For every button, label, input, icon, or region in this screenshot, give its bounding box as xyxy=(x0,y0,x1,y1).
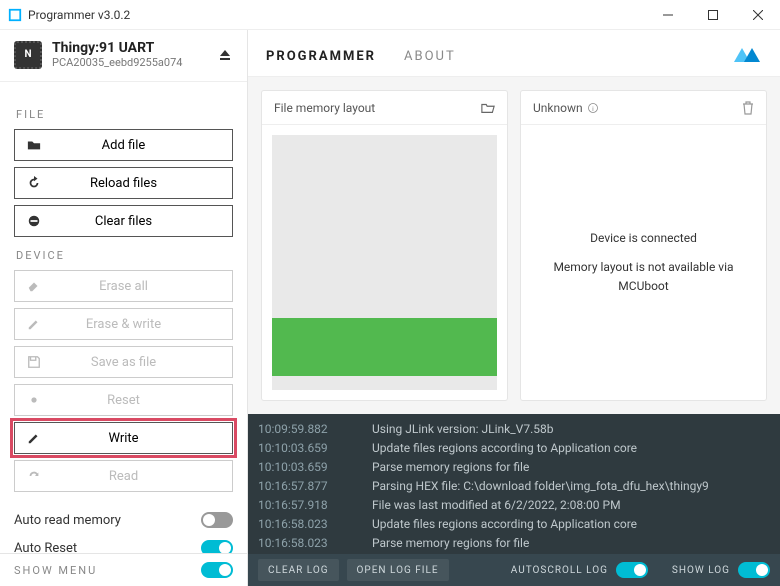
log-line: 10:16:57.918 File was last modified at 6/… xyxy=(258,496,770,515)
auto-read-toggle[interactable] xyxy=(201,512,233,528)
reset-button: Reset xyxy=(14,384,233,416)
reload-files-label: Reload files xyxy=(53,176,232,191)
folder-icon xyxy=(15,138,53,152)
log-timestamp: 10:16:57.877 xyxy=(258,477,354,496)
log-message: Parse memory regions for file xyxy=(372,534,529,553)
device-panel-title: Unknown xyxy=(533,101,583,115)
app-logo-icon xyxy=(8,8,22,22)
eject-icon[interactable] xyxy=(217,47,233,63)
file-memory-panel: File memory layout xyxy=(262,91,507,400)
showlog-label: SHOW LOG xyxy=(672,565,730,576)
device-panel-body: Device is connected Memory layout is not… xyxy=(531,135,756,390)
section-file-label: FILE xyxy=(16,108,233,121)
auto-read-label: Auto read memory xyxy=(14,513,121,528)
reload-icon xyxy=(15,176,53,190)
auto-read-toggle-row: Auto read memory xyxy=(14,506,233,534)
window-title: Programmer v3.0.2 xyxy=(28,8,645,22)
autoscroll-label: AUTOSCROLL LOG xyxy=(511,565,608,576)
log-line: 10:09:59.882 Using JLink version: JLink_V… xyxy=(258,420,770,439)
section-device-label: DEVICE xyxy=(16,249,233,262)
main-footer: CLEAR LOG OPEN LOG FILE AUTOSCROLL LOG S… xyxy=(248,554,780,586)
main-header: PROGRAMMER ABOUT xyxy=(248,30,780,77)
save-as-file-button: Save as file xyxy=(14,346,233,378)
folder-open-icon[interactable] xyxy=(481,101,495,115)
memory-region-block xyxy=(272,318,497,376)
device-name: Thingy:91 UART xyxy=(52,40,217,56)
read-label: Read xyxy=(53,469,232,484)
dot-icon xyxy=(15,393,53,407)
window-maximize-button[interactable] xyxy=(690,0,735,30)
tab-about[interactable]: ABOUT xyxy=(404,49,456,64)
device-layout-text: Memory layout is not available via MCUbo… xyxy=(547,258,740,296)
autoscroll-toggle[interactable] xyxy=(616,562,648,578)
add-file-button[interactable]: Add file xyxy=(14,129,233,161)
main: PROGRAMMER ABOUT File memory layout xyxy=(248,30,780,586)
log-timestamp: 10:16:58.023 xyxy=(258,515,354,534)
write-label: Write xyxy=(53,431,232,446)
read-button: Read xyxy=(14,460,233,492)
pencil-icon xyxy=(15,431,53,445)
file-panel-body xyxy=(272,135,497,390)
sidebar: N Thingy:91 UART PCA20035_eebd9255a074 F… xyxy=(0,30,248,586)
device-connected-text: Device is connected xyxy=(547,229,740,248)
eraser-icon xyxy=(15,279,53,293)
show-menu-toggle[interactable] xyxy=(201,562,233,578)
auto-reset-toggle-row: Auto Reset xyxy=(14,534,233,553)
log-timestamp: 10:16:58.023 xyxy=(258,534,354,553)
log-timestamp: 10:10:03.659 xyxy=(258,458,354,477)
erase-all-label: Erase all xyxy=(53,279,232,294)
info-icon: i xyxy=(583,102,599,114)
erase-all-button: Erase all xyxy=(14,270,233,302)
log-timestamp: 10:16:57.918 xyxy=(258,496,354,515)
clear-log-button[interactable]: CLEAR LOG xyxy=(258,559,339,581)
log-message: Update files regions according to Applic… xyxy=(372,515,637,534)
show-menu-label: SHOW MENU xyxy=(14,564,97,577)
log-message: Using JLink version: JLink_V7.58b xyxy=(372,420,553,439)
log-line: 10:16:58.023 Parse memory regions for fil… xyxy=(258,534,770,553)
file-panel-title: File memory layout xyxy=(274,101,375,115)
tab-programmer[interactable]: PROGRAMMER xyxy=(266,49,376,64)
log-message: Update files regions according to Applic… xyxy=(372,439,637,458)
device-header[interactable]: N Thingy:91 UART PCA20035_eebd9255a074 xyxy=(0,30,247,82)
showlog-toggle[interactable] xyxy=(738,562,770,578)
log-message: Parsing HEX file: C:\download folder\img… xyxy=(372,477,709,496)
add-file-label: Add file xyxy=(53,138,232,153)
window-close-button[interactable] xyxy=(735,0,780,30)
save-icon xyxy=(15,355,53,369)
log-line: 10:16:57.877 Parsing HEX file: C:\downloa… xyxy=(258,477,770,496)
svg-text:i: i xyxy=(592,105,594,113)
device-serial: PCA20035_eebd9255a074 xyxy=(52,56,217,69)
pencil-icon xyxy=(15,317,53,331)
log-message: Parse memory regions for file xyxy=(372,458,529,477)
log-line: 10:10:03.659 Parse memory regions for fil… xyxy=(258,458,770,477)
nordic-logo-icon xyxy=(732,44,762,68)
erase-write-label: Erase & write xyxy=(53,317,232,332)
open-log-file-button[interactable]: OPEN LOG FILE xyxy=(347,559,449,581)
sidebar-footer: SHOW MENU xyxy=(0,553,247,586)
log-timestamp: 10:10:03.659 xyxy=(258,439,354,458)
refresh-icon xyxy=(15,469,53,483)
auto-reset-label: Auto Reset xyxy=(14,541,77,554)
log-panel[interactable]: 10:09:59.882 Using JLink version: JLink_V… xyxy=(248,414,780,554)
log-timestamp: 10:09:59.882 xyxy=(258,420,354,439)
reload-files-button[interactable]: Reload files xyxy=(14,167,233,199)
log-line: 10:16:58.023 Update files regions accordi… xyxy=(258,515,770,534)
erase-write-button: Erase & write xyxy=(14,308,233,340)
log-message: File was last modified at 6/2/2022, 2:08… xyxy=(372,496,621,515)
window-minimize-button[interactable] xyxy=(645,0,690,30)
clear-files-label: Clear files xyxy=(53,214,232,229)
window-titlebar: Programmer v3.0.2 xyxy=(0,0,780,30)
trash-icon[interactable] xyxy=(742,101,754,115)
chip-icon: N xyxy=(14,41,42,69)
auto-reset-toggle[interactable] xyxy=(201,540,233,553)
reset-label: Reset xyxy=(53,393,232,408)
write-button[interactable]: Write xyxy=(14,422,233,454)
clear-files-button[interactable]: Clear files xyxy=(14,205,233,237)
device-memory-panel: Unknown i Device is connected Memory lay… xyxy=(521,91,766,400)
save-as-label: Save as file xyxy=(53,355,232,370)
log-line: 10:10:03.659 Update files regions accordi… xyxy=(258,439,770,458)
clear-icon xyxy=(15,214,53,228)
panels: File memory layout Unknown i xyxy=(248,77,780,414)
